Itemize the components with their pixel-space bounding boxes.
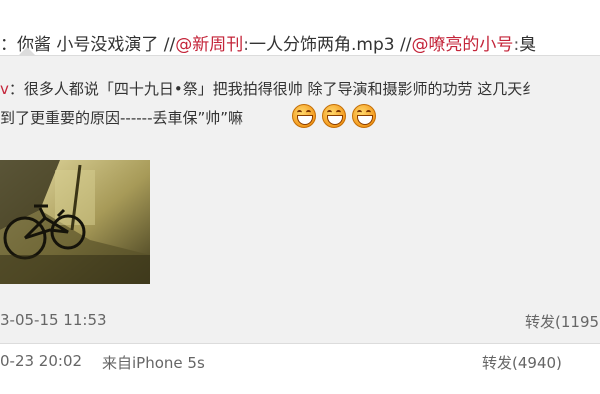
weibo-text: ：你酱 小号没戏演了 //@新周刊:一人分饰两角.mp3 //@嘹亮的小号:臭 bbox=[0, 30, 536, 55]
bicycle-photo-icon bbox=[0, 160, 150, 284]
mention-xinzhoukan-link[interactable]: @新周刊 bbox=[175, 35, 243, 55]
repost-body-line-1: ：很多人都说「四十九日•祭」把我拍得很帅 除了导演和摄影师的功劳 这几天纟 bbox=[8, 80, 538, 98]
post-photo-thumbnail[interactable] bbox=[0, 160, 150, 284]
repost-timestamp-link[interactable]: 3-05-15 11:53 bbox=[0, 311, 107, 329]
reposted-weibo-panel: v：很多人都说「四十九日•祭」把我拍得很帅 除了导演和摄影师的功劳 这几天纟 到… bbox=[0, 55, 600, 344]
repost-text: 一人分饰两角.mp3 // bbox=[249, 35, 412, 55]
haha-laugh-icon bbox=[292, 104, 316, 128]
source-client-link[interactable]: 来自iPhone 5s bbox=[102, 352, 205, 373]
repost-forward-link[interactable]: 转发(1195 bbox=[525, 311, 599, 332]
haha-laugh-icon bbox=[322, 104, 346, 128]
weibo-timestamp-link[interactable]: 0-23 20:02 bbox=[0, 352, 82, 370]
weibo-text-tail: 臭 bbox=[519, 35, 537, 55]
forward-link[interactable]: 转发(4940) bbox=[482, 352, 562, 373]
repost-text-line-2: 到了更重要的原因------丢車保”帅”嘛 bbox=[0, 109, 244, 127]
repost-text-line-1: v：很多人都说「四十九日•祭」把我拍得很帅 除了导演和摄影师的功劳 这几天纟 bbox=[0, 78, 537, 99]
mention-liaoliang-link[interactable]: @嘹亮的小号 bbox=[411, 35, 513, 55]
original-author-link[interactable]: v bbox=[0, 80, 9, 98]
haha-laugh-icon bbox=[352, 104, 376, 128]
